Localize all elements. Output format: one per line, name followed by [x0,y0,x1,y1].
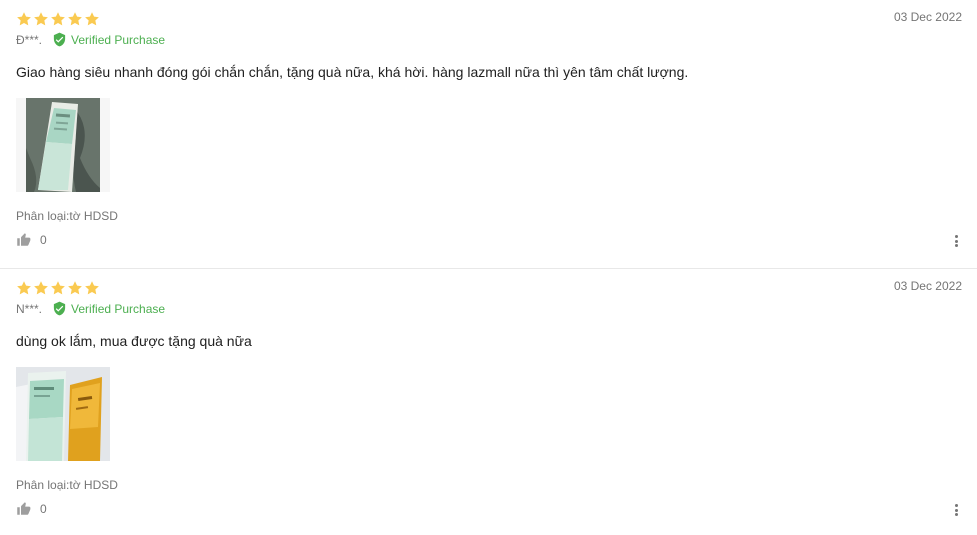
review-date: 03 Dec 2022 [893,10,962,24]
like-count: 0 [40,501,47,516]
review-item: 03 Dec 2022 Đ***. Verified Purchase Giao… [0,0,977,268]
thumbs-up-icon [17,502,31,515]
review-content: dùng ok lắm, mua được tặng quà nữa [16,333,252,349]
review-date: 03 Dec 2022 [893,279,962,293]
product-photo-image [16,98,110,192]
reviewer-name: Đ***. [16,32,43,47]
review-photo[interactable] [16,98,110,192]
star-icon [68,12,82,26]
like-count: 0 [40,232,47,247]
star-icon [68,281,82,295]
review-item: 03 Dec 2022 N***. Verified Purchase dùng… [0,268,977,535]
product-photo-image [16,367,110,461]
review-variant: Phân loại:tờ HDSD [16,209,118,223]
more-vertical-icon[interactable] [951,234,961,248]
review-meta: N***. Verified Purchase [16,301,165,316]
verified-badge: Verified Purchase [52,301,165,316]
review-photo[interactable] [16,367,110,461]
verified-badge: Verified Purchase [52,32,165,47]
more-vertical-icon[interactable] [951,503,961,517]
reviewer-name: N***. [16,301,43,316]
star-icon [17,12,31,26]
star-icon [17,281,31,295]
star-icon [34,12,48,26]
shield-check-icon [53,301,66,316]
thumbs-up-icon [17,233,31,246]
star-icon [34,281,48,295]
star-icon [51,281,65,295]
verified-label: Verified Purchase [71,32,166,47]
review-meta: Đ***. Verified Purchase [16,32,165,47]
star-icon [51,12,65,26]
star-rating [16,11,100,27]
review-variant: Phân loại:tờ HDSD [16,478,118,492]
review-content: Giao hàng siêu nhanh đóng gói chắn chắn,… [16,64,689,80]
shield-check-icon [53,32,66,47]
star-rating [16,280,100,296]
star-icon [85,281,99,295]
star-icon [85,12,99,26]
like-button[interactable]: 0 [16,232,47,247]
like-button[interactable]: 0 [16,501,47,516]
verified-label: Verified Purchase [71,301,166,316]
